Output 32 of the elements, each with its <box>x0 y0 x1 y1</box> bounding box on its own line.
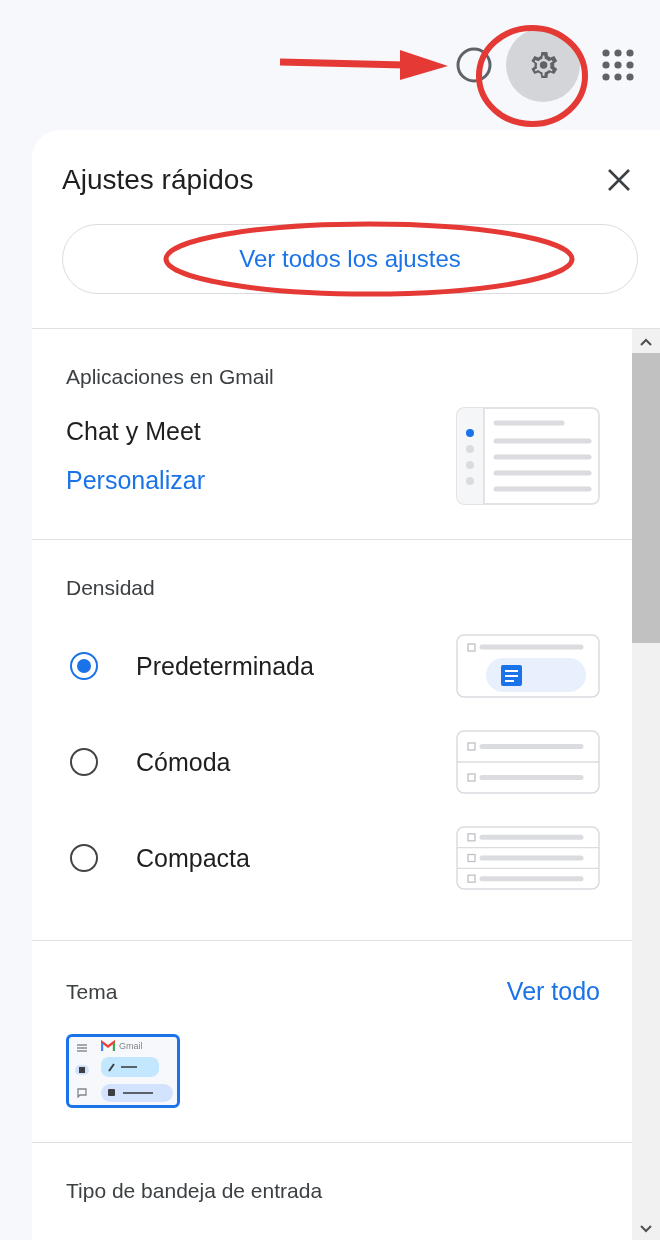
inbox-pill-icon <box>101 1083 173 1102</box>
scroll-up-icon[interactable] <box>639 337 653 347</box>
mail-logo-icon <box>101 1040 115 1052</box>
scrollbar[interactable] <box>632 329 660 1240</box>
density-option-label: Compacta <box>136 843 251 873</box>
compact-density-preview-icon <box>456 826 600 890</box>
settings-icon[interactable] <box>506 28 580 102</box>
customize-link[interactable]: Personalizar <box>66 466 205 494</box>
density-option-label: Predeterminada <box>136 651 315 681</box>
radio-button[interactable] <box>70 652 98 680</box>
chat-icon <box>77 1088 87 1099</box>
gmail-label: Gmail <box>119 1040 143 1051</box>
density-option-label: Cómoda <box>136 747 232 777</box>
inbox-icon <box>75 1065 89 1075</box>
section-heading: Densidad <box>66 576 156 600</box>
menu-icon <box>77 1043 87 1052</box>
section-heading: Aplicaciones en Gmail <box>66 365 275 389</box>
comfortable-density-preview-icon <box>456 730 600 794</box>
close-icon[interactable] <box>606 167 632 193</box>
chat-layout-preview-icon <box>456 407 600 505</box>
section-heading: Tipo de bandeja de entrada <box>66 1179 324 1203</box>
compose-pill-icon <box>101 1057 159 1078</box>
all-settings-button[interactable]: Ver todos los ajustes <box>62 224 638 294</box>
default-density-preview-icon <box>456 634 600 698</box>
panel-title: Ajustes rápidos <box>62 164 254 196</box>
scroll-down-icon[interactable] <box>639 1224 653 1234</box>
radio-button[interactable] <box>70 748 98 776</box>
theme-preview[interactable]: Gmail <box>66 1034 180 1108</box>
section-heading: Tema <box>66 979 118 1004</box>
radio-button[interactable] <box>70 844 98 872</box>
chat-meet-label: Chat y Meet <box>66 417 202 446</box>
view-all-link[interactable]: Ver todo <box>506 977 600 1006</box>
